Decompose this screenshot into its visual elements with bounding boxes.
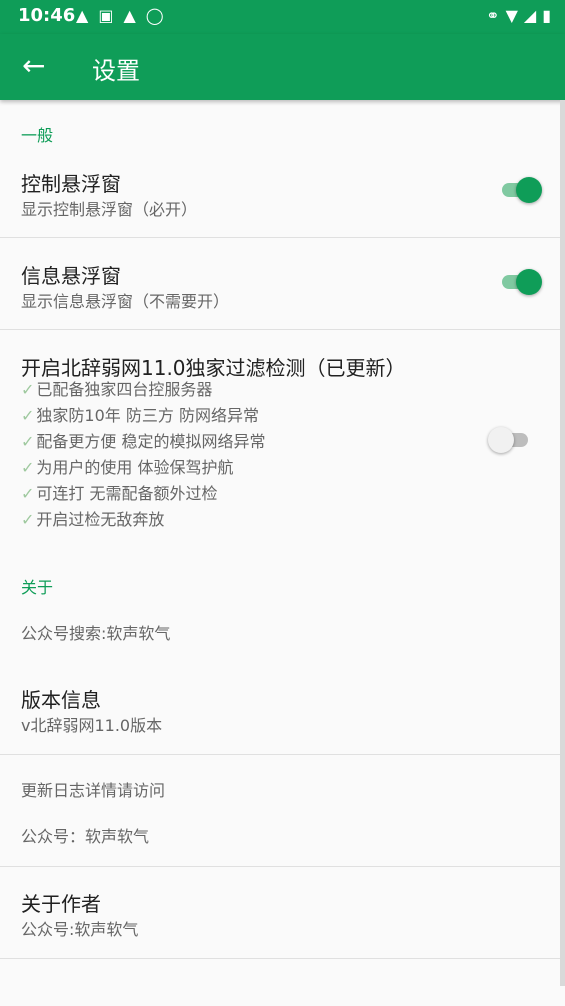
signal-icon: ◢ [523, 6, 537, 25]
pref-version-info[interactable]: 版本信息 v北辞弱网11.0版本 [0, 676, 560, 754]
category-general: 一般 [21, 126, 54, 145]
check-icon: ✓ [21, 406, 35, 425]
pref-title: 信息悬浮窗 [21, 264, 121, 288]
system-icons: ⚭ ▼ ◢ ▮ [486, 6, 551, 25]
pref-summary: 显示信息悬浮窗（不需要开） [21, 292, 230, 311]
app-bar: ← 设置 [0, 34, 565, 100]
official-account-text[interactable]: 公众号：软声软气 [21, 823, 149, 847]
pref-title: 版本信息 [21, 688, 101, 712]
feature-list: ✓ 已配备独家四台控服务器 ✓ 独家防10年 防三方 防网络异常 ✓ 配备更方便 稳定… [21, 377, 266, 533]
back-arrow-icon[interactable]: ← [22, 50, 50, 82]
pref-control-float[interactable]: 控制悬浮窗 显示控制悬浮窗（必开） [0, 160, 560, 238]
check-icon: ✓ [21, 380, 35, 399]
check-icon: ✓ [21, 484, 35, 503]
feature-line: ✓ 为用户的使用 体验保驾护航 [21, 458, 234, 477]
pref-summary: v北辞弱网11.0版本 [21, 716, 163, 735]
search-official-account[interactable]: 公众号搜索:软声软气 [21, 620, 170, 644]
pref-info-float[interactable]: 信息悬浮窗 显示信息悬浮窗（不需要开） [0, 252, 560, 330]
feature-line: ✓ 开启过检无敌奔放 [21, 510, 165, 529]
pref-title: 关于作者 [21, 892, 101, 916]
changelog-text[interactable]: 更新日志详情请访问 [21, 777, 165, 801]
control-float-switch[interactable] [498, 176, 542, 204]
feature-line: ✓ 可连打 无需配备额外过检 [21, 484, 218, 503]
check-icon: ✓ [21, 432, 35, 451]
pref-about-author[interactable]: 关于作者 公众号:软声软气 [0, 880, 560, 958]
android-icon: ▲ [123, 6, 136, 25]
a-box-icon: ▣ [98, 6, 114, 25]
info-float-switch[interactable] [498, 268, 542, 296]
check-icon: ✓ [21, 458, 35, 477]
android-icon: ▲ [76, 6, 89, 25]
shield-icon: ◯ [145, 6, 164, 25]
divider [0, 754, 560, 755]
pref-summary: 公众号:软声软气 [21, 920, 139, 939]
divider [0, 237, 560, 238]
battery-icon: ▮ [542, 6, 551, 25]
divider [0, 866, 560, 867]
status-time: 10:46 [18, 5, 76, 26]
filter-detection-switch[interactable] [488, 426, 532, 454]
divider [0, 329, 560, 330]
category-about: 关于 [21, 578, 54, 597]
wifi-icon: ▼ [505, 6, 518, 25]
pref-summary: 显示控制悬浮窗（必开） [21, 200, 198, 219]
status-bar: 10:46 ▲ ▣ ▲ ◯ ⚭ ▼ ◢ ▮ [0, 0, 565, 34]
page-title: 设置 [92, 57, 140, 85]
divider [0, 958, 560, 959]
scrollbar[interactable] [560, 100, 565, 986]
pref-title: 控制悬浮窗 [21, 172, 121, 196]
feature-line: ✓ 已配备独家四台控服务器 [21, 380, 213, 399]
pref-filter-detection[interactable]: 开启北辞弱网11.0独家过滤检测（已更新） ✓ 已配备独家四台控服务器 ✓ 独家防1… [0, 344, 560, 534]
feature-line: ✓ 独家防10年 防三方 防网络异常 [21, 406, 259, 425]
key-icon: ⚭ [486, 6, 500, 25]
check-icon: ✓ [21, 510, 35, 529]
notification-icons: ▲ ▣ ▲ ◯ [76, 6, 164, 25]
feature-line: ✓ 配备更方便 稳定的模拟网络异常 [21, 432, 266, 451]
